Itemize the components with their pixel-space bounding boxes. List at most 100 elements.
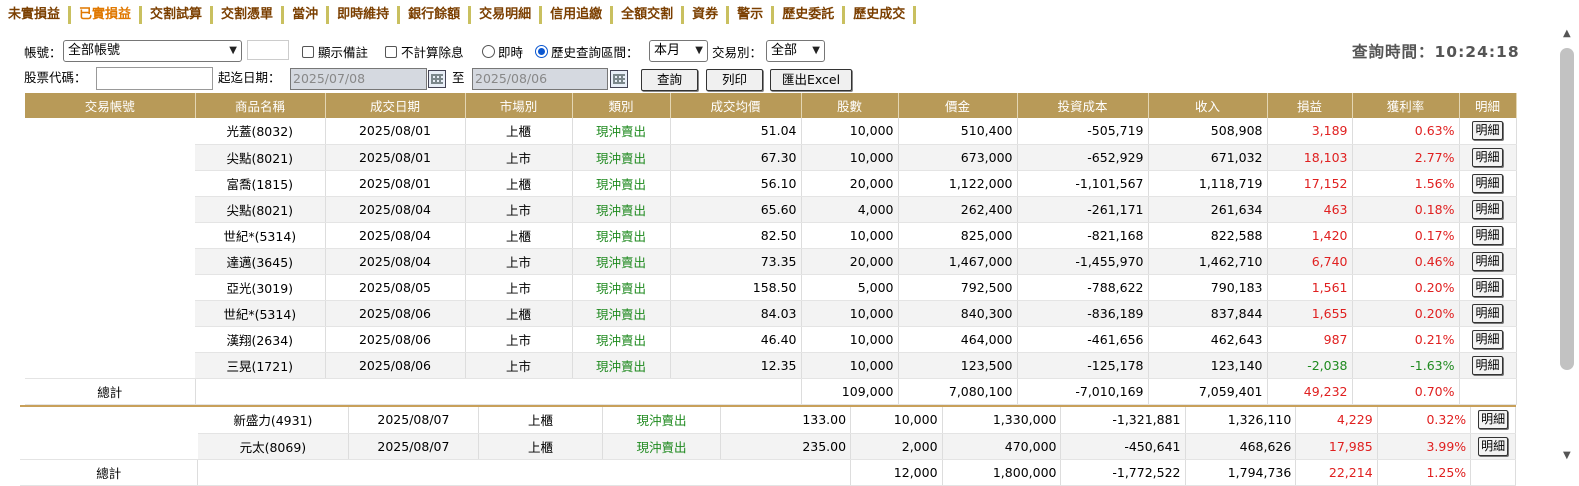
col-amount[interactable]: 價金 bbox=[898, 93, 1018, 118]
print-button[interactable]: 列印 bbox=[706, 69, 763, 91]
tab-trade-detail[interactable]: 交易明細 bbox=[471, 6, 543, 24]
table-row: 富喬(1815) 2025/08/01 上櫃 現沖賣出 56.10 20,000 1,122… bbox=[25, 170, 1517, 197]
investment-cost: -788,622 bbox=[1017, 274, 1149, 301]
tab-margin-call[interactable]: 信用追繳 bbox=[542, 6, 614, 24]
end-date-input[interactable]: 2025/08/06 bbox=[472, 68, 608, 90]
shares: 10,000 bbox=[801, 352, 899, 379]
detail-cell: 明細 bbox=[1459, 144, 1517, 171]
tab-settlement-voucher[interactable]: 交割憑單 bbox=[213, 6, 285, 24]
account-cell bbox=[25, 118, 195, 379]
profit-rate: 0.17% bbox=[1352, 222, 1460, 249]
total-amount: 1,800,000 bbox=[942, 459, 1062, 486]
trade-date: 2025/08/01 bbox=[325, 144, 466, 171]
detail-button[interactable]: 明細 bbox=[1472, 173, 1503, 193]
tab-realized[interactable]: 已實損益 bbox=[71, 6, 143, 24]
calendar-icon[interactable] bbox=[610, 70, 628, 88]
detail-button[interactable]: 明細 bbox=[1472, 329, 1503, 349]
stock-code-input[interactable] bbox=[96, 67, 213, 90]
tab-order-history[interactable]: 歷史委託 bbox=[774, 6, 846, 24]
col-shares[interactable]: 股數 bbox=[801, 93, 899, 118]
col-date[interactable]: 成交日期 bbox=[325, 93, 466, 118]
col-cost[interactable]: 投資成本 bbox=[1017, 93, 1149, 118]
tab-full-delivery[interactable]: 全額交割 bbox=[613, 6, 685, 24]
col-product[interactable]: 商品名稱 bbox=[195, 93, 326, 118]
detail-button[interactable]: 明細 bbox=[1472, 251, 1503, 271]
tab-trade-history[interactable]: 歷史成交 bbox=[845, 6, 917, 24]
tab-daytrade[interactable]: 當沖 bbox=[284, 6, 330, 24]
show-note-checkbox[interactable] bbox=[302, 46, 314, 58]
table-row: 新盛力(4931) 2025/08/07 上櫃 現沖賣出 133.00 10,000 1,3… bbox=[20, 407, 1516, 460]
scroll-up-icon[interactable]: ▲ bbox=[1563, 28, 1571, 39]
detail-button[interactable]: 明細 bbox=[1472, 199, 1503, 219]
tab-settlement-trial[interactable]: 交割試算 bbox=[142, 6, 214, 24]
col-market[interactable]: 市場別 bbox=[465, 93, 573, 118]
col-account[interactable]: 交易帳號 bbox=[25, 93, 196, 118]
amount: 470,000 bbox=[942, 433, 1062, 460]
realtime-radio[interactable] bbox=[482, 45, 495, 58]
investment-cost: -450,641 bbox=[1060, 433, 1186, 460]
detail-button[interactable]: 明細 bbox=[1472, 147, 1503, 167]
trade-type: 現沖賣出 bbox=[572, 196, 671, 223]
profit-loss: 1,420 bbox=[1267, 222, 1353, 249]
col-avg-price[interactable]: 成交均價 bbox=[670, 93, 802, 118]
market: 上櫃 bbox=[465, 222, 573, 249]
amount: 825,000 bbox=[898, 222, 1018, 249]
query-button[interactable]: 查詢 bbox=[641, 69, 698, 91]
table-row: 尖點(8021) 2025/08/01 上市 現沖賣出 67.30 10,000 673,0… bbox=[25, 144, 1517, 171]
detail-button[interactable]: 明細 bbox=[1478, 436, 1509, 456]
profit-rate: -1.63% bbox=[1352, 352, 1460, 379]
amount: 1,467,000 bbox=[898, 248, 1018, 275]
product-name: 亞光(3019) bbox=[195, 274, 326, 301]
trade-date: 2025/08/07 bbox=[348, 407, 479, 434]
detail-button[interactable]: 明細 bbox=[1478, 410, 1509, 430]
total-detail-empty bbox=[1470, 459, 1516, 486]
account-select[interactable]: 全部帳號 ▼ bbox=[63, 40, 242, 62]
tab-alert[interactable]: 警示 bbox=[729, 6, 775, 24]
profit-rate: 0.20% bbox=[1352, 300, 1460, 327]
col-type[interactable]: 類別 bbox=[572, 93, 671, 118]
product-name: 光蓋(8032) bbox=[195, 118, 326, 145]
tab-bank-balance[interactable]: 銀行餘額 bbox=[400, 6, 472, 24]
amount: 1,122,000 bbox=[898, 170, 1018, 197]
col-rate[interactable]: 獲利率 bbox=[1352, 93, 1460, 118]
avg-price: 73.35 bbox=[670, 248, 802, 275]
calendar-icon[interactable] bbox=[428, 70, 446, 88]
trade-date: 2025/08/04 bbox=[325, 222, 466, 249]
product-name: 新盛力(4931) bbox=[197, 407, 349, 434]
account-extra-field[interactable] bbox=[247, 40, 289, 60]
detail-button[interactable]: 明細 bbox=[1472, 355, 1503, 375]
detail-cell: 明細 bbox=[1459, 326, 1517, 353]
shares: 10,000 bbox=[801, 300, 899, 327]
total-label: 總計 bbox=[25, 378, 196, 405]
detail-cell: 明細 bbox=[1459, 300, 1517, 327]
tab-margin-short[interactable]: 資券 bbox=[684, 6, 730, 24]
detail-button[interactable]: 明細 bbox=[1472, 303, 1503, 323]
detail-button[interactable]: 明細 bbox=[1472, 277, 1503, 297]
col-income[interactable]: 收入 bbox=[1148, 93, 1268, 118]
income: 508,908 bbox=[1148, 118, 1268, 145]
history-range-radio[interactable] bbox=[535, 45, 548, 58]
tab-unrealized[interactable]: 未實損益 bbox=[0, 6, 72, 24]
scrollbar-thumb[interactable] bbox=[1560, 48, 1574, 370]
amount: 792,500 bbox=[898, 274, 1018, 301]
trade-type: 現沖賣出 bbox=[572, 248, 671, 275]
period-select[interactable]: 本月 ▼ bbox=[649, 40, 708, 62]
export-excel-button[interactable]: 匯出Excel bbox=[770, 69, 852, 91]
profit-loss: 987 bbox=[1267, 326, 1353, 353]
period-select-value: 本月 bbox=[654, 43, 681, 58]
scroll-down-icon[interactable]: ▼ bbox=[1563, 450, 1571, 461]
col-pl[interactable]: 損益 bbox=[1267, 93, 1353, 118]
table-row: 世紀*(5314) 2025/08/06 上櫃 現沖賣出 84.03 10,000 840,… bbox=[25, 300, 1517, 327]
realized-pl-table-group2: 新盛力(4931) 2025/08/07 上櫃 現沖賣出 133.00 10,000 1,3… bbox=[20, 407, 1516, 486]
income: 790,183 bbox=[1148, 274, 1268, 301]
product-name: 世紀*(5314) bbox=[195, 222, 326, 249]
exclude-dividend-checkbox[interactable] bbox=[385, 46, 397, 58]
tab-maintenance[interactable]: 即時維持 bbox=[329, 6, 401, 24]
amount: 673,000 bbox=[898, 144, 1018, 171]
start-date-input[interactable]: 2025/07/08 bbox=[290, 68, 427, 90]
vertical-scrollbar[interactable]: ▲ ▼ bbox=[1559, 20, 1579, 480]
detail-button[interactable]: 明細 bbox=[1472, 121, 1503, 141]
trade-type-select[interactable]: 全部 ▼ bbox=[766, 40, 825, 62]
realtime-label: 即時 bbox=[498, 45, 524, 60]
detail-button[interactable]: 明細 bbox=[1472, 225, 1503, 245]
